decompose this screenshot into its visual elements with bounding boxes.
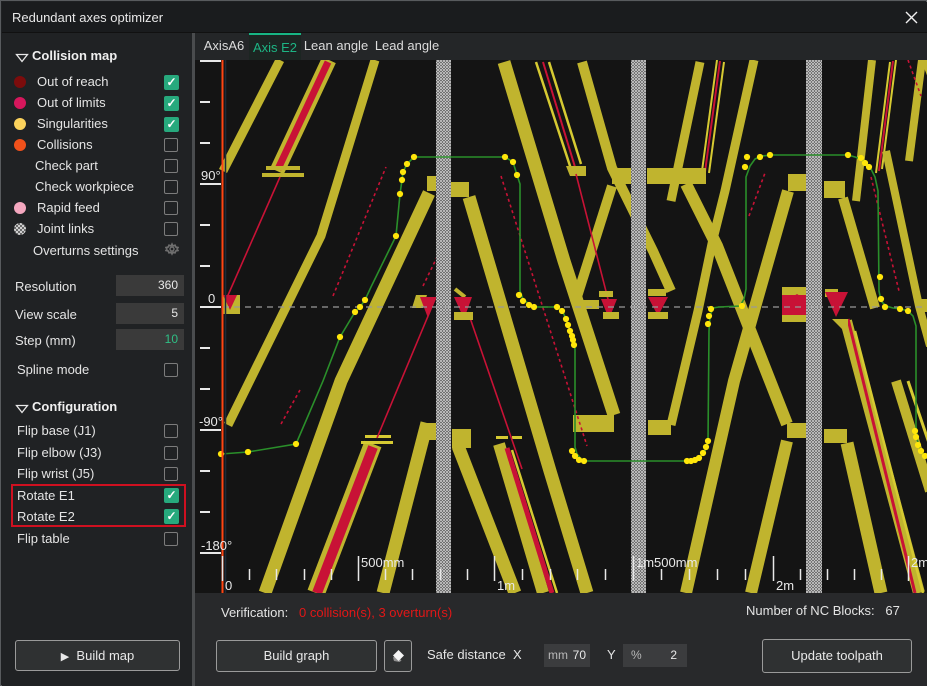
svg-text:-90°: -90° [199, 414, 223, 429]
svg-text:2m: 2m [911, 555, 927, 570]
svg-text:0: 0 [225, 578, 232, 593]
svg-text:2m: 2m [776, 578, 794, 593]
svg-text:0: 0 [208, 291, 215, 306]
svg-text:90°: 90° [201, 168, 221, 183]
svg-text:1m: 1m [497, 578, 515, 593]
svg-text:1m500mm: 1m500mm [636, 555, 697, 570]
svg-text:500mm: 500mm [361, 555, 404, 570]
svg-text:-180°: -180° [201, 538, 232, 553]
